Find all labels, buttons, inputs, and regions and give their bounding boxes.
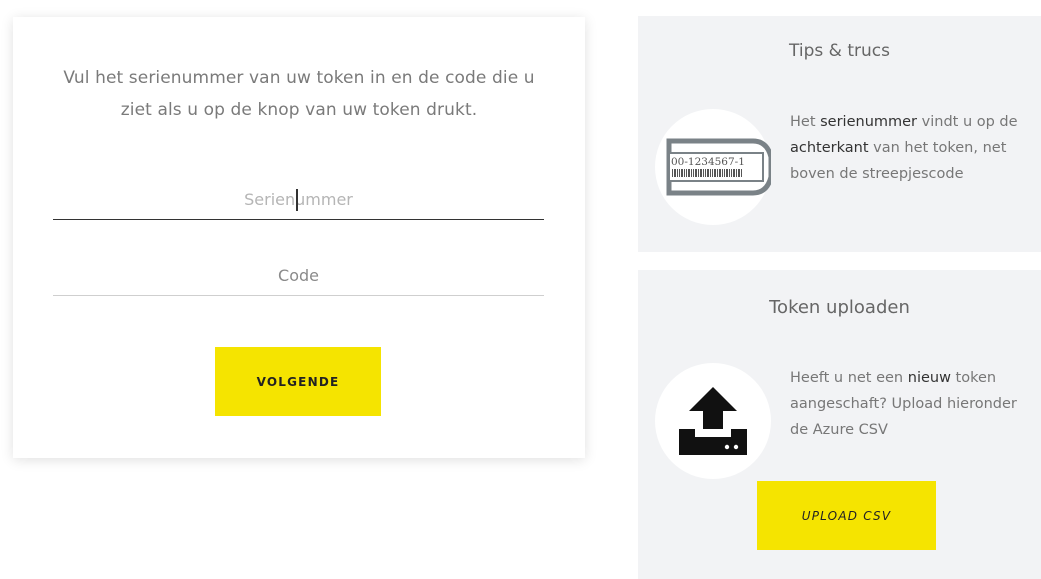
tips-text-highlight: achterkant xyxy=(790,140,869,156)
tips-title: Tips & trucs xyxy=(789,41,890,61)
upload-description: Heeft u net een nieuw token aangeschaft?… xyxy=(790,365,1020,443)
token-serial-label: 00-1234567-1 xyxy=(671,156,745,168)
upload-csv-button[interactable]: UPLOAD CSV xyxy=(757,481,936,550)
page-root: Vul het serienummer van uw token in en d… xyxy=(0,0,1041,579)
serial-number-input[interactable] xyxy=(53,179,544,220)
text-caret xyxy=(296,189,298,211)
upload-title: Token uploaden xyxy=(769,297,910,318)
upload-panel: Token uploaden Heeft u net een nieuw tok… xyxy=(638,270,1041,579)
upload-text-highlight: nieuw xyxy=(907,370,951,386)
upload-text-part: Heeft u net een xyxy=(790,370,908,386)
tips-text-highlight: serienummer xyxy=(820,114,918,130)
code-input[interactable] xyxy=(53,255,544,296)
tips-panel: Tips & trucs 00-1234567-1 Het serienumme… xyxy=(638,16,1041,252)
token-login-card: Vul het serienummer van uw token in en d… xyxy=(13,17,585,458)
instruction-text: Vul het serienummer van uw token in en d… xyxy=(63,68,535,120)
token-barcode-icon: 00-1234567-1 xyxy=(666,138,774,196)
upload-illustration xyxy=(655,363,771,479)
next-button[interactable]: VOLGENDE xyxy=(215,347,381,416)
tips-text-part: Het xyxy=(790,114,821,130)
tips-text-part: vindt u op de xyxy=(917,114,1018,130)
upload-icon xyxy=(679,387,747,455)
token-illustration: 00-1234567-1 xyxy=(655,109,774,225)
tips-description: Het serienummer vindt u op de achterkant… xyxy=(790,109,1020,187)
